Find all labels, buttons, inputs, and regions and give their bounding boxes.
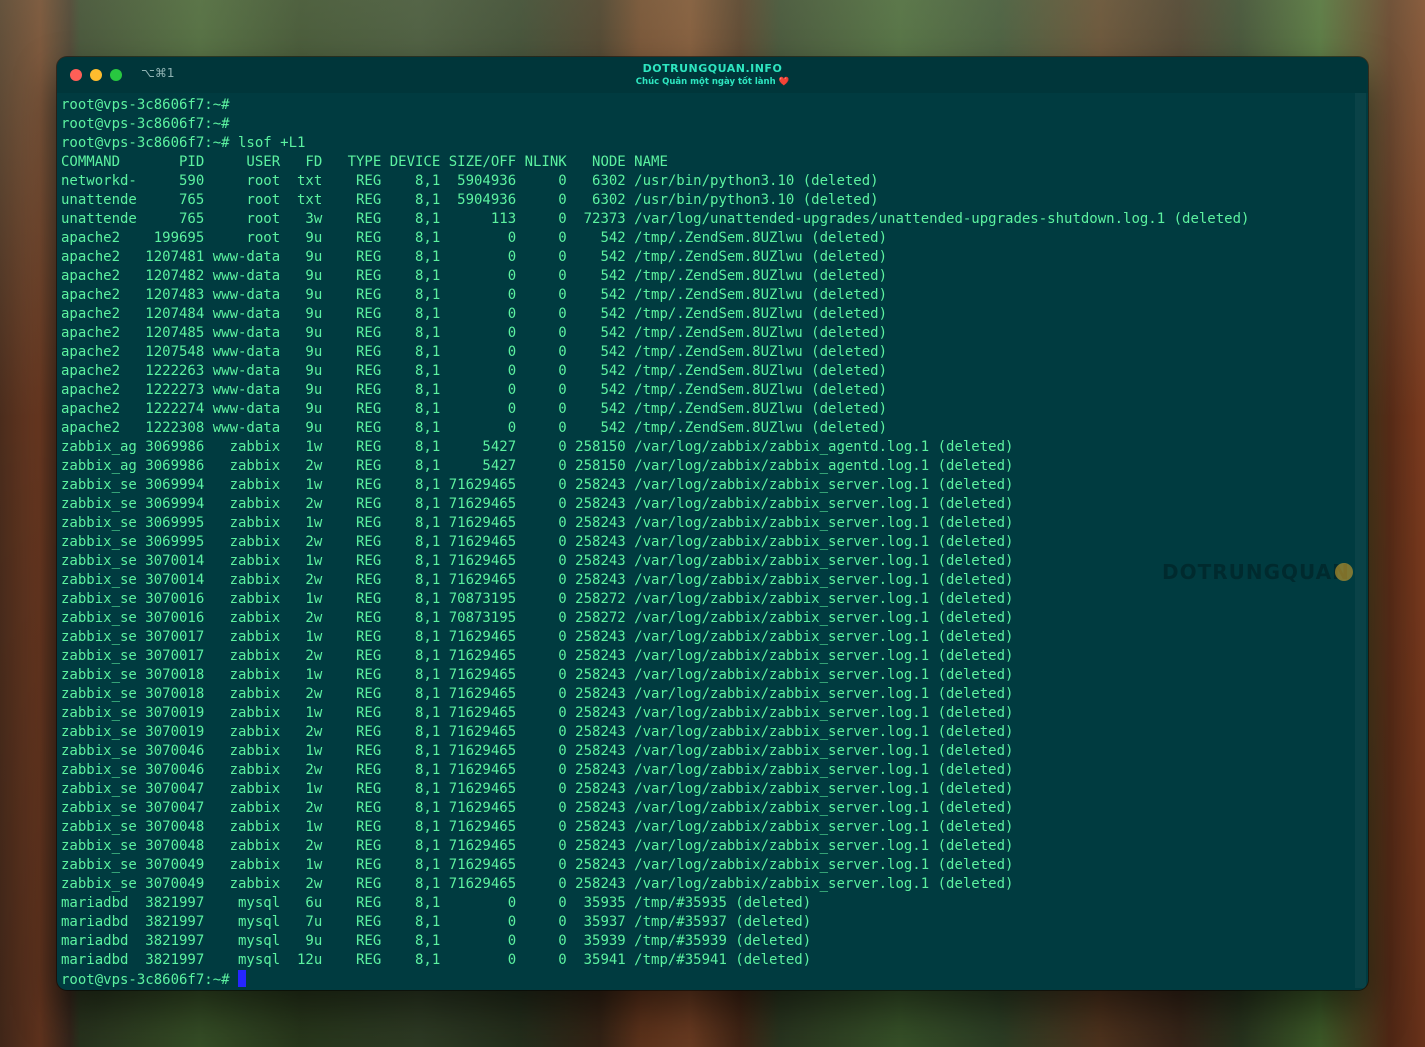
- lsof-row: mariadbd 3821997 mysql 7u REG 8,1 0 0 35…: [61, 914, 812, 930]
- lsof-row: apache2 1222308 www-data 9u REG 8,1 0 0 …: [61, 420, 888, 436]
- lsof-row: zabbix_se 3070014 zabbix 2w REG 8,1 7162…: [61, 572, 1014, 588]
- lsof-row: zabbix_se 3070019 zabbix 2w REG 8,1 7162…: [61, 724, 1014, 740]
- terminal-window[interactable]: ⌥⌘1 DOTRUNGQUAN.INFO Chúc Quân một ngày …: [57, 57, 1368, 990]
- lsof-row: apache2 1207485 www-data 9u REG 8,1 0 0 …: [61, 325, 888, 341]
- lsof-row: zabbix_se 3070014 zabbix 1w REG 8,1 7162…: [61, 553, 1014, 569]
- lsof-row: zabbix_se 3070047 zabbix 1w REG 8,1 7162…: [61, 781, 1014, 797]
- lsof-row: zabbix_se 3069994 zabbix 2w REG 8,1 7162…: [61, 496, 1014, 512]
- lsof-row: apache2 1222263 www-data 9u REG 8,1 0 0 …: [61, 363, 888, 379]
- lsof-row: zabbix_ag 3069986 zabbix 2w REG 8,1 5427…: [61, 458, 1014, 474]
- window-title: DOTRUNGQUAN.INFO: [642, 62, 783, 75]
- lsof-row: apache2 1222274 www-data 9u REG 8,1 0 0 …: [61, 401, 888, 417]
- lsof-row: zabbix_se 3070047 zabbix 2w REG 8,1 7162…: [61, 800, 1014, 816]
- lsof-header-row: COMMAND PID USER FD TYPE DEVICE SIZE/OFF…: [61, 154, 668, 170]
- watermark-text: DOTRUNGQUAN: [1162, 560, 1350, 584]
- lsof-row: apache2 1207483 www-data 9u REG 8,1 0 0 …: [61, 287, 888, 303]
- lsof-row: zabbix_se 3070017 zabbix 2w REG 8,1 7162…: [61, 648, 1014, 664]
- lsof-row: zabbix_se 3070046 zabbix 1w REG 8,1 7162…: [61, 743, 1014, 759]
- lsof-row: apache2 1222273 www-data 9u REG 8,1 0 0 …: [61, 382, 888, 398]
- lsof-row: apache2 1207484 www-data 9u REG 8,1 0 0 …: [61, 306, 888, 322]
- lsof-row: apache2 199695 root 9u REG 8,1 0 0 542 /…: [61, 230, 888, 246]
- lsof-row: mariadbd 3821997 mysql 6u REG 8,1 0 0 35…: [61, 895, 812, 911]
- prompt-line: root@vps-3c8606f7:~# lsof +L1: [61, 135, 306, 151]
- lsof-row: zabbix_se 3070048 zabbix 1w REG 8,1 7162…: [61, 819, 1014, 835]
- lsof-row: zabbix_se 3070049 zabbix 2w REG 8,1 7162…: [61, 876, 1014, 892]
- lsof-row: apache2 1207548 www-data 9u REG 8,1 0 0 …: [61, 344, 888, 360]
- lsof-row: zabbix_se 3070018 zabbix 2w REG 8,1 7162…: [61, 686, 1014, 702]
- lsof-row: zabbix_se 3070016 zabbix 2w REG 8,1 7087…: [61, 610, 1014, 626]
- lsof-row: zabbix_se 3070018 zabbix 1w REG 8,1 7162…: [61, 667, 1014, 683]
- terminal-output[interactable]: root@vps-3c8606f7:~# root@vps-3c8606f7:~#…: [61, 96, 1351, 989]
- lsof-row: zabbix_se 3070046 zabbix 2w REG 8,1 7162…: [61, 762, 1014, 778]
- lsof-row: unattende 765 root txt REG 8,1 5904936 0…: [61, 192, 879, 208]
- active-prompt-line[interactable]: root@vps-3c8606f7:~#: [61, 970, 1351, 989]
- lsof-row: unattende 765 root 3w REG 8,1 113 0 7237…: [61, 211, 1250, 227]
- lsof-row: mariadbd 3821997 mysql 9u REG 8,1 0 0 35…: [61, 933, 812, 949]
- title-bar[interactable]: ⌥⌘1 DOTRUNGQUAN.INFO Chúc Quân một ngày …: [57, 57, 1368, 93]
- lsof-row: zabbix_se 3070016 zabbix 1w REG 8,1 7087…: [61, 591, 1014, 607]
- lsof-row: zabbix_se 3069995 zabbix 1w REG 8,1 7162…: [61, 515, 1014, 531]
- lsof-row: zabbix_se 3069994 zabbix 1w REG 8,1 7162…: [61, 477, 1014, 493]
- text-cursor: [238, 970, 247, 987]
- lsof-row: zabbix_se 3070049 zabbix 1w REG 8,1 7162…: [61, 857, 1014, 873]
- lsof-row: apache2 1207482 www-data 9u REG 8,1 0 0 …: [61, 268, 888, 284]
- lsof-row: apache2 1207481 www-data 9u REG 8,1 0 0 …: [61, 249, 888, 265]
- lsof-row: zabbix_ag 3069986 zabbix 1w REG 8,1 5427…: [61, 439, 1014, 455]
- lsof-row: zabbix_se 3070048 zabbix 2w REG 8,1 7162…: [61, 838, 1014, 854]
- lsof-row: networkd- 590 root txt REG 8,1 5904936 0…: [61, 173, 879, 189]
- window-subtitle: Chúc Quân một ngày tốt lành ❤️: [635, 77, 790, 87]
- lsof-row: zabbix_se 3070019 zabbix 1w REG 8,1 7162…: [61, 705, 1014, 721]
- prompt-line: root@vps-3c8606f7:~#: [61, 97, 230, 113]
- prompt-text: root@vps-3c8606f7:~#: [61, 972, 239, 988]
- lsof-row: mariadbd 3821997 mysql 12u REG 8,1 0 0 3…: [61, 952, 812, 968]
- terminal-scrollbar[interactable]: [1355, 93, 1366, 988]
- prompt-line: root@vps-3c8606f7:~#: [61, 116, 230, 132]
- watermark-logo-icon: [1335, 563, 1353, 581]
- lsof-row: zabbix_se 3070017 zabbix 1w REG 8,1 7162…: [61, 629, 1014, 645]
- lsof-row: zabbix_se 3069995 zabbix 2w REG 8,1 7162…: [61, 534, 1014, 550]
